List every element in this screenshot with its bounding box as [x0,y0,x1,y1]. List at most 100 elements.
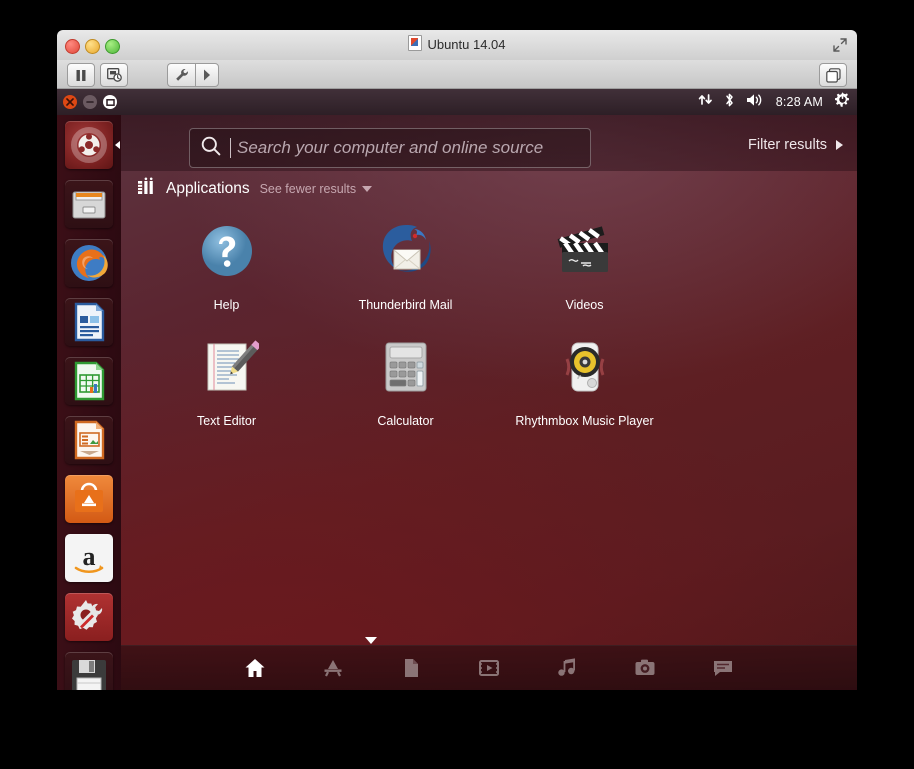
floppy-disk-icon [65,652,113,691]
svg-text:a: a [83,542,96,571]
result-item-label: Thunderbird Mail [331,297,481,313]
unity-dash: Search your computer and online source F… [121,115,857,690]
software-center-icon [65,475,113,523]
ubuntu-logo-icon [65,121,113,169]
snapshot-button[interactable] [100,63,128,87]
volume-icon[interactable] [746,92,765,113]
sidebar-item-system-settings[interactable] [57,587,121,646]
fullscreen-icon[interactable] [833,38,847,52]
host-window-title-text: Ubuntu 14.04 [427,37,505,52]
settings-button[interactable] [167,63,197,87]
sidebar-item-libreoffice-impress[interactable] [57,410,121,469]
libreoffice-writer-icon [65,298,113,346]
snapshot-icon [101,64,127,86]
unity-view-icon [820,64,846,86]
guest-close-button[interactable] [63,95,77,109]
applications-icon [321,656,345,680]
sidebar-item-libreoffice-calc[interactable] [57,351,121,410]
host-toolbar [57,60,857,89]
camera-icon [633,656,657,680]
result-item-help[interactable]: Help [137,211,316,327]
search-icon [200,135,222,162]
sidebar-item-software-center[interactable] [57,469,121,528]
text-cursor [230,138,231,158]
ubuntu-desktop: 8:28 AM [57,89,857,690]
help-question-icon [195,219,259,283]
dash-lens-bar [121,645,857,690]
result-item-thunderbird-mail[interactable]: Thunderbird Mail [316,211,495,327]
amazon-icon: a [65,534,113,582]
search-input[interactable]: Search your computer and online source [189,128,591,168]
unity-launcher: a [57,115,122,690]
lens-active-caret-icon [365,637,377,644]
chat-bubble-icon [711,656,735,680]
result-item-rhythmbox[interactable]: Rhythmbox Music Player [495,327,674,443]
host-titlebar: Ubuntu 14.04 [57,30,857,61]
sidebar-item-firefox[interactable] [57,233,121,292]
settings-dropdown-button[interactable] [195,63,219,87]
see-fewer-results-label: See fewer results [260,182,357,196]
see-fewer-results-button[interactable]: See fewer results [260,182,373,196]
lens-home[interactable] [242,655,268,681]
system-settings-icon [65,593,113,641]
power-gear-icon[interactable] [834,91,851,113]
unity-view-button[interactable] [819,63,847,87]
result-item-label: Rhythmbox Music Player [510,413,660,429]
wrench-icon [168,64,196,86]
firefox-icon [65,239,113,287]
virtual-machine-window: Ubuntu 14.04 [57,30,857,690]
sidebar-item-files[interactable] [57,174,121,233]
category-title: Applications [166,180,250,198]
pause-button[interactable] [67,63,95,87]
running-indicator-icon [115,141,120,149]
result-item-label: Help [152,297,302,313]
lens-photos[interactable] [632,655,658,681]
file-cabinet-icon [65,180,113,228]
result-item-text-editor[interactable]: Text Editor [137,327,316,443]
result-item-label: Text Editor [152,413,302,429]
category-header: Applications See fewer results [137,177,372,201]
document-icon [399,656,423,680]
lens-video[interactable] [476,655,502,681]
guest-maximize-button[interactable] [103,95,117,109]
house-icon [243,656,267,680]
speaker-icon [553,335,617,399]
vm-file-icon [408,35,422,51]
sidebar-item-libreoffice-writer[interactable] [57,292,121,351]
filter-results-button[interactable]: Filter results [748,137,843,153]
network-icon[interactable] [698,92,713,112]
libreoffice-calc-icon [65,357,113,405]
pause-icon [68,64,94,86]
result-item-calculator[interactable]: Calculator [316,327,495,443]
sidebar-item-workspace-floppy[interactable] [57,646,121,690]
host-window-title: Ubuntu 14.04 [57,30,857,60]
search-placeholder: Search your computer and online source [237,138,590,158]
result-item-videos[interactable]: Videos [495,211,674,327]
sidebar-item-amazon[interactable]: a [57,528,121,587]
calculator-icon [374,335,438,399]
right-caret-icon [836,140,843,150]
film-icon [477,656,501,680]
guest-minimize-button[interactable] [83,95,97,109]
applications-ruler-icon [137,177,156,201]
panel-clock[interactable]: 8:28 AM [776,95,823,109]
result-item-label: Videos [510,297,660,313]
thunderbird-icon [374,219,438,283]
ubuntu-top-panel: 8:28 AM [57,89,857,115]
lens-music[interactable] [554,655,580,681]
lens-files[interactable] [398,655,424,681]
play-arrow-icon [196,64,218,86]
bluetooth-icon[interactable] [724,92,735,113]
panel-indicators: 8:28 AM [698,89,851,115]
document-pencil-icon [195,335,259,399]
filter-results-label: Filter results [748,137,827,153]
sidebar-item-dash-home[interactable] [57,115,121,174]
clapperboard-icon [553,219,617,283]
results-grid: Help Thun [137,211,837,443]
music-note-icon [555,656,579,680]
libreoffice-impress-icon [65,416,113,464]
down-caret-icon [362,186,372,192]
lens-messages[interactable] [710,655,736,681]
result-item-label: Calculator [331,413,481,429]
lens-applications[interactable] [320,655,346,681]
